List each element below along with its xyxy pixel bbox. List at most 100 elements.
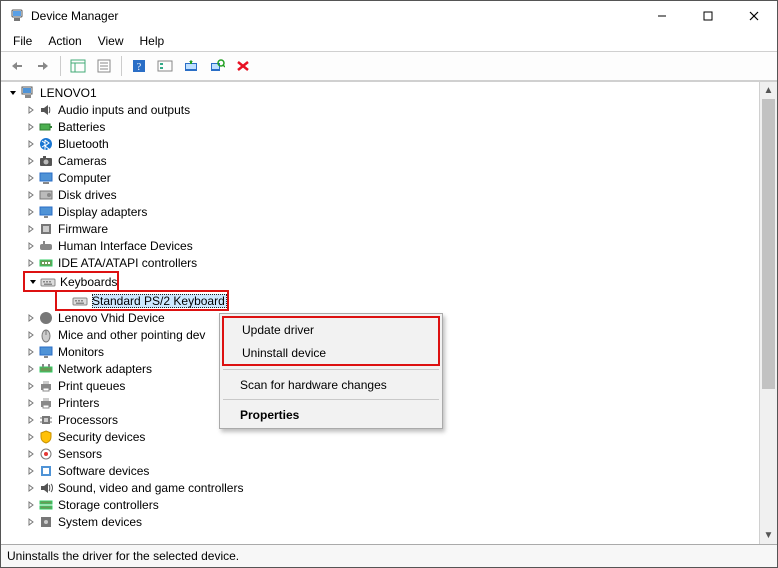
tree-item-standard-ps2-keyboard[interactable]: Standard PS/2 Keyboard — [57, 292, 227, 309]
expand-arrow-icon[interactable] — [23, 254, 38, 271]
tree-item[interactable]: Disk drives — [1, 186, 759, 203]
scroll-thumb[interactable] — [762, 99, 775, 389]
expand-arrow-icon[interactable] — [23, 203, 38, 220]
expand-arrow-icon[interactable] — [23, 118, 38, 135]
ctx-properties[interactable]: Properties — [222, 403, 440, 426]
software-icon — [38, 463, 54, 479]
cpu-icon — [38, 412, 54, 428]
tree-item-label: Processors — [58, 413, 118, 427]
expand-arrow-icon[interactable] — [23, 462, 38, 479]
tree-item-label: Sensors — [58, 447, 102, 461]
expand-arrow-icon[interactable] — [23, 237, 38, 254]
monitor-icon — [38, 344, 54, 360]
expand-arrow-icon[interactable] — [23, 377, 38, 394]
expand-arrow-icon[interactable] — [23, 360, 38, 377]
expand-arrow-icon[interactable] — [23, 309, 38, 326]
maximize-button[interactable] — [685, 1, 731, 31]
expand-arrow-icon[interactable] — [23, 135, 38, 152]
show-hide-tree-button[interactable] — [66, 54, 90, 78]
context-menu: Update driver Uninstall device Scan for … — [219, 313, 443, 429]
arrow-spacer — [57, 292, 72, 309]
collapse-arrow-icon[interactable] — [25, 273, 40, 290]
scroll-down-arrow[interactable]: ▼ — [760, 527, 777, 544]
update-driver-button[interactable] — [179, 54, 203, 78]
tree-item-label: Mice and other pointing dev — [58, 328, 205, 342]
expand-arrow-icon[interactable] — [23, 169, 38, 186]
tree-item[interactable]: Human Interface Devices — [1, 237, 759, 254]
expand-arrow-icon[interactable] — [23, 343, 38, 360]
back-button[interactable] — [5, 54, 29, 78]
tree-item-label: Security devices — [58, 430, 145, 444]
tree-item[interactable]: Audio inputs and outputs — [1, 101, 759, 118]
tree-item[interactable]: IDE ATA/ATAPI controllers — [1, 254, 759, 271]
tree-root[interactable]: LENOVO1 — [1, 84, 759, 101]
tree-item[interactable]: Computer — [1, 169, 759, 186]
tree-item-label: Print queues — [58, 379, 125, 393]
lenovo-icon — [38, 310, 54, 326]
expand-arrow-icon[interactable] — [23, 428, 38, 445]
expand-arrow-icon[interactable] — [23, 445, 38, 462]
sound-icon — [38, 480, 54, 496]
expand-arrow-icon[interactable] — [23, 513, 38, 530]
close-button[interactable] — [731, 1, 777, 31]
tree-item-label: Bluetooth — [58, 137, 109, 151]
tree-item-label: System devices — [58, 515, 142, 529]
properties-button[interactable] — [92, 54, 116, 78]
tree-item[interactable]: Cameras — [1, 152, 759, 169]
menu-view[interactable]: View — [90, 32, 132, 50]
tree-item-label: Printers — [58, 396, 99, 410]
audio-icon — [38, 102, 54, 118]
minimize-button[interactable] — [639, 1, 685, 31]
expand-arrow-icon[interactable] — [23, 411, 38, 428]
tree-item[interactable]: Security devices — [1, 428, 759, 445]
scroll-up-arrow[interactable]: ▲ — [760, 82, 777, 99]
vertical-scrollbar[interactable]: ▲ ▼ — [759, 82, 777, 544]
forward-button[interactable] — [31, 54, 55, 78]
tree-item[interactable]: Sensors — [1, 445, 759, 462]
expand-arrow-icon[interactable] — [23, 186, 38, 203]
tree-item[interactable]: Firmware — [1, 220, 759, 237]
expand-arrow-icon[interactable] — [23, 496, 38, 513]
tree-item-keyboards[interactable]: Keyboards — [25, 273, 117, 290]
uninstall-device-button[interactable] — [231, 54, 255, 78]
titlebar: Device Manager — [1, 1, 777, 31]
help-button[interactable]: ? — [127, 54, 151, 78]
tree-item[interactable]: Sound, video and game controllers — [1, 479, 759, 496]
display-icon — [38, 204, 54, 220]
ctx-uninstall-device[interactable]: Uninstall device — [224, 341, 438, 364]
expand-arrow-icon[interactable] — [23, 394, 38, 411]
scroll-track[interactable] — [760, 99, 777, 527]
collapse-arrow-icon[interactable] — [5, 84, 20, 101]
menu-action[interactable]: Action — [40, 32, 89, 50]
keyboard-icon — [72, 293, 88, 309]
tree-item[interactable]: System devices — [1, 513, 759, 530]
tree-item[interactable]: Bluetooth — [1, 135, 759, 152]
menu-file[interactable]: File — [5, 32, 40, 50]
firmware-icon — [38, 221, 54, 237]
tree-item[interactable]: Display adapters — [1, 203, 759, 220]
menu-help[interactable]: Help — [132, 32, 173, 50]
tree-item-label: Storage controllers — [58, 498, 159, 512]
tree-item-label: Firmware — [58, 222, 108, 236]
expand-arrow-icon[interactable] — [23, 479, 38, 496]
system-icon — [38, 514, 54, 530]
mouse-icon — [38, 327, 54, 343]
tree-item[interactable]: Storage controllers — [1, 496, 759, 513]
tree-item[interactable]: Software devices — [1, 462, 759, 479]
tree-item-label: Cameras — [58, 154, 107, 168]
ctx-scan-hardware[interactable]: Scan for hardware changes — [222, 373, 440, 396]
scan-hardware-button[interactable] — [205, 54, 229, 78]
ctx-update-driver[interactable]: Update driver — [224, 318, 438, 341]
expand-arrow-icon[interactable] — [23, 220, 38, 237]
tree-item-label: Batteries — [58, 120, 105, 134]
battery-icon — [38, 119, 54, 135]
action-button[interactable] — [153, 54, 177, 78]
expand-arrow-icon[interactable] — [23, 101, 38, 118]
expand-arrow-icon[interactable] — [23, 152, 38, 169]
expand-arrow-icon[interactable] — [23, 326, 38, 343]
menubar: File Action View Help — [1, 31, 777, 51]
tree-item[interactable]: Batteries — [1, 118, 759, 135]
computer-icon — [38, 170, 54, 186]
keyboard-icon — [40, 274, 56, 290]
svg-text:?: ? — [137, 62, 142, 73]
